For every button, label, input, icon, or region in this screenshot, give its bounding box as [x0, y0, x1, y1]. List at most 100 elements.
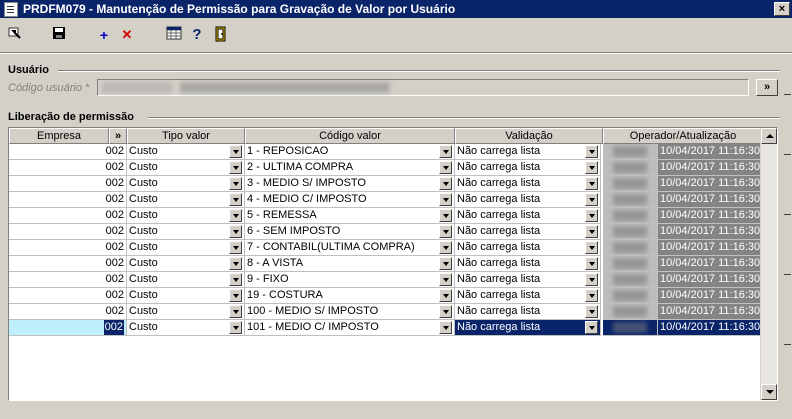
- empresa-cell[interactable]: 002: [9, 160, 127, 176]
- validacao-cell[interactable]: Não carrega lista: [455, 192, 601, 208]
- validacao-dropdown-icon[interactable]: [585, 145, 598, 158]
- validacao-cell[interactable]: Não carrega lista: [455, 240, 601, 256]
- validacao-cell[interactable]: Não carrega lista: [455, 320, 601, 336]
- header-tipo-valor[interactable]: Tipo valor: [127, 128, 245, 144]
- tipo-valor-dropdown-icon[interactable]: [229, 161, 242, 174]
- codigo-valor-cell[interactable]: 2 - ULTIMA COMPRA: [245, 160, 455, 176]
- codigo-valor-dropdown-icon[interactable]: [439, 145, 452, 158]
- codigo-usuario-field[interactable]: [97, 79, 749, 96]
- table-row[interactable]: 002 Custo 101 - MEDIO C/ IMPOSTO Não carreg…: [9, 320, 769, 336]
- codigo-valor-cell[interactable]: 1 - REPOSICAO: [245, 144, 455, 160]
- validacao-dropdown-icon[interactable]: [585, 193, 598, 206]
- table-row[interactable]: 002 Custo 19 - COSTURA Não carrega lista 10/…: [9, 288, 769, 304]
- validacao-cell[interactable]: Não carrega lista: [455, 224, 601, 240]
- empresa-cell[interactable]: 002: [9, 272, 127, 288]
- header-validacao[interactable]: Validação: [455, 128, 603, 144]
- codigo-valor-dropdown-icon[interactable]: [439, 209, 452, 222]
- tipo-valor-cell[interactable]: Custo: [127, 288, 245, 304]
- table-row[interactable]: 002 Custo 2 - ULTIMA COMPRA Não carrega lis…: [9, 160, 769, 176]
- tipo-valor-dropdown-icon[interactable]: [229, 193, 242, 206]
- validacao-dropdown-icon[interactable]: [585, 257, 598, 270]
- empresa-cell[interactable]: 002: [9, 144, 127, 160]
- tipo-valor-dropdown-icon[interactable]: [229, 145, 242, 158]
- codigo-valor-cell[interactable]: 3 - MEDIO S/ IMPOSTO: [245, 176, 455, 192]
- tipo-valor-dropdown-icon[interactable]: [229, 225, 242, 238]
- scroll-up-button[interactable]: [761, 128, 777, 144]
- table-row[interactable]: 002 Custo 8 - A VISTA Não carrega lista 10/0…: [9, 256, 769, 272]
- tipo-valor-cell[interactable]: Custo: [127, 160, 245, 176]
- codigo-valor-dropdown-icon[interactable]: [439, 305, 452, 318]
- tipo-valor-dropdown-icon[interactable]: [229, 273, 242, 286]
- codigo-valor-cell[interactable]: 100 - MEDIO S/ IMPOSTO: [245, 304, 455, 320]
- validacao-cell[interactable]: Não carrega lista: [455, 256, 601, 272]
- table-row[interactable]: 002 Custo 4 - MEDIO C/ IMPOSTO Não carrega …: [9, 192, 769, 208]
- validacao-cell[interactable]: Não carrega lista: [455, 304, 601, 320]
- codigo-valor-dropdown-icon[interactable]: [439, 289, 452, 302]
- header-operador-atualizacao[interactable]: Operador/Atualização: [603, 128, 763, 144]
- tipo-valor-dropdown-icon[interactable]: [229, 241, 242, 254]
- table-row[interactable]: 002 Custo 100 - MEDIO S/ IMPOSTO Não carreg…: [9, 304, 769, 320]
- validacao-dropdown-icon[interactable]: [585, 241, 598, 254]
- tipo-valor-dropdown-icon[interactable]: [229, 305, 242, 318]
- tipo-valor-cell[interactable]: Custo: [127, 320, 245, 336]
- validacao-dropdown-icon[interactable]: [585, 177, 598, 190]
- codigo-valor-dropdown-icon[interactable]: [439, 273, 452, 286]
- validacao-cell[interactable]: Não carrega lista: [455, 208, 601, 224]
- table-row[interactable]: 002 Custo 5 - REMESSA Não carrega lista 10/0…: [9, 208, 769, 224]
- empresa-cell[interactable]: 002: [9, 224, 127, 240]
- empresa-cell[interactable]: 002: [9, 256, 127, 272]
- tipo-valor-dropdown-icon[interactable]: [229, 209, 242, 222]
- header-expand-button[interactable]: »: [109, 128, 127, 144]
- tipo-valor-dropdown-icon[interactable]: [229, 177, 242, 190]
- navigate-icon[interactable]: [6, 26, 24, 44]
- exit-door-icon[interactable]: [212, 26, 230, 44]
- add-icon[interactable]: +: [95, 26, 113, 44]
- permissions-grid[interactable]: Empresa » Tipo valor Código valor Valida…: [8, 127, 778, 401]
- validacao-cell[interactable]: Não carrega lista: [455, 144, 601, 160]
- codigo-valor-cell[interactable]: 8 - A VISTA: [245, 256, 455, 272]
- scroll-down-button[interactable]: [761, 384, 777, 400]
- validacao-cell[interactable]: Não carrega lista: [455, 176, 601, 192]
- validacao-cell[interactable]: Não carrega lista: [455, 160, 601, 176]
- header-codigo-valor[interactable]: Código valor: [245, 128, 455, 144]
- tipo-valor-dropdown-icon[interactable]: [229, 321, 242, 334]
- validacao-dropdown-icon[interactable]: [585, 273, 598, 286]
- table-row[interactable]: 002 Custo 6 - SEM IMPOSTO Não carrega lista…: [9, 224, 769, 240]
- validacao-dropdown-icon[interactable]: [585, 161, 598, 174]
- codigo-valor-cell[interactable]: 5 - REMESSA: [245, 208, 455, 224]
- codigo-valor-dropdown-icon[interactable]: [439, 193, 452, 206]
- empresa-cell[interactable]: 002: [9, 176, 127, 192]
- vertical-scrollbar[interactable]: [760, 128, 777, 400]
- validacao-cell[interactable]: Não carrega lista: [455, 288, 601, 304]
- tipo-valor-dropdown-icon[interactable]: [229, 257, 242, 270]
- codigo-valor-cell[interactable]: 6 - SEM IMPOSTO: [245, 224, 455, 240]
- validacao-cell[interactable]: Não carrega lista: [455, 272, 601, 288]
- empresa-cell[interactable]: 002: [9, 192, 127, 208]
- codigo-valor-cell[interactable]: 4 - MEDIO C/ IMPOSTO: [245, 192, 455, 208]
- user-lookup-button[interactable]: »: [756, 79, 778, 96]
- empresa-cell[interactable]: 002: [9, 288, 127, 304]
- delete-icon[interactable]: ✕: [118, 26, 136, 44]
- codigo-valor-cell[interactable]: 101 - MEDIO C/ IMPOSTO: [245, 320, 455, 336]
- table-row[interactable]: 002 Custo 1 - REPOSICAO Não carrega lista 10…: [9, 144, 769, 160]
- tipo-valor-dropdown-icon[interactable]: [229, 289, 242, 302]
- save-icon[interactable]: [50, 26, 68, 44]
- table-row[interactable]: 002 Custo 7 - CONTABIL(ULTIMA COMPRA) Não c…: [9, 240, 769, 256]
- header-empresa[interactable]: Empresa: [9, 128, 109, 144]
- empresa-cell[interactable]: 002: [9, 304, 127, 320]
- close-button[interactable]: ×: [774, 2, 790, 16]
- validacao-dropdown-icon[interactable]: [585, 209, 598, 222]
- codigo-valor-dropdown-icon[interactable]: [439, 257, 452, 270]
- tipo-valor-cell[interactable]: Custo: [127, 144, 245, 160]
- validacao-dropdown-icon[interactable]: [585, 225, 598, 238]
- tipo-valor-cell[interactable]: Custo: [127, 224, 245, 240]
- codigo-valor-dropdown-icon[interactable]: [439, 177, 452, 190]
- help-icon[interactable]: ?: [188, 26, 206, 44]
- empresa-cell[interactable]: 002: [9, 208, 127, 224]
- codigo-valor-cell[interactable]: 9 - FIXO: [245, 272, 455, 288]
- tipo-valor-cell[interactable]: Custo: [127, 256, 245, 272]
- table-row[interactable]: 002 Custo 3 - MEDIO S/ IMPOSTO Não carrega …: [9, 176, 769, 192]
- tipo-valor-cell[interactable]: Custo: [127, 192, 245, 208]
- tipo-valor-cell[interactable]: Custo: [127, 272, 245, 288]
- codigo-valor-dropdown-icon[interactable]: [439, 321, 452, 334]
